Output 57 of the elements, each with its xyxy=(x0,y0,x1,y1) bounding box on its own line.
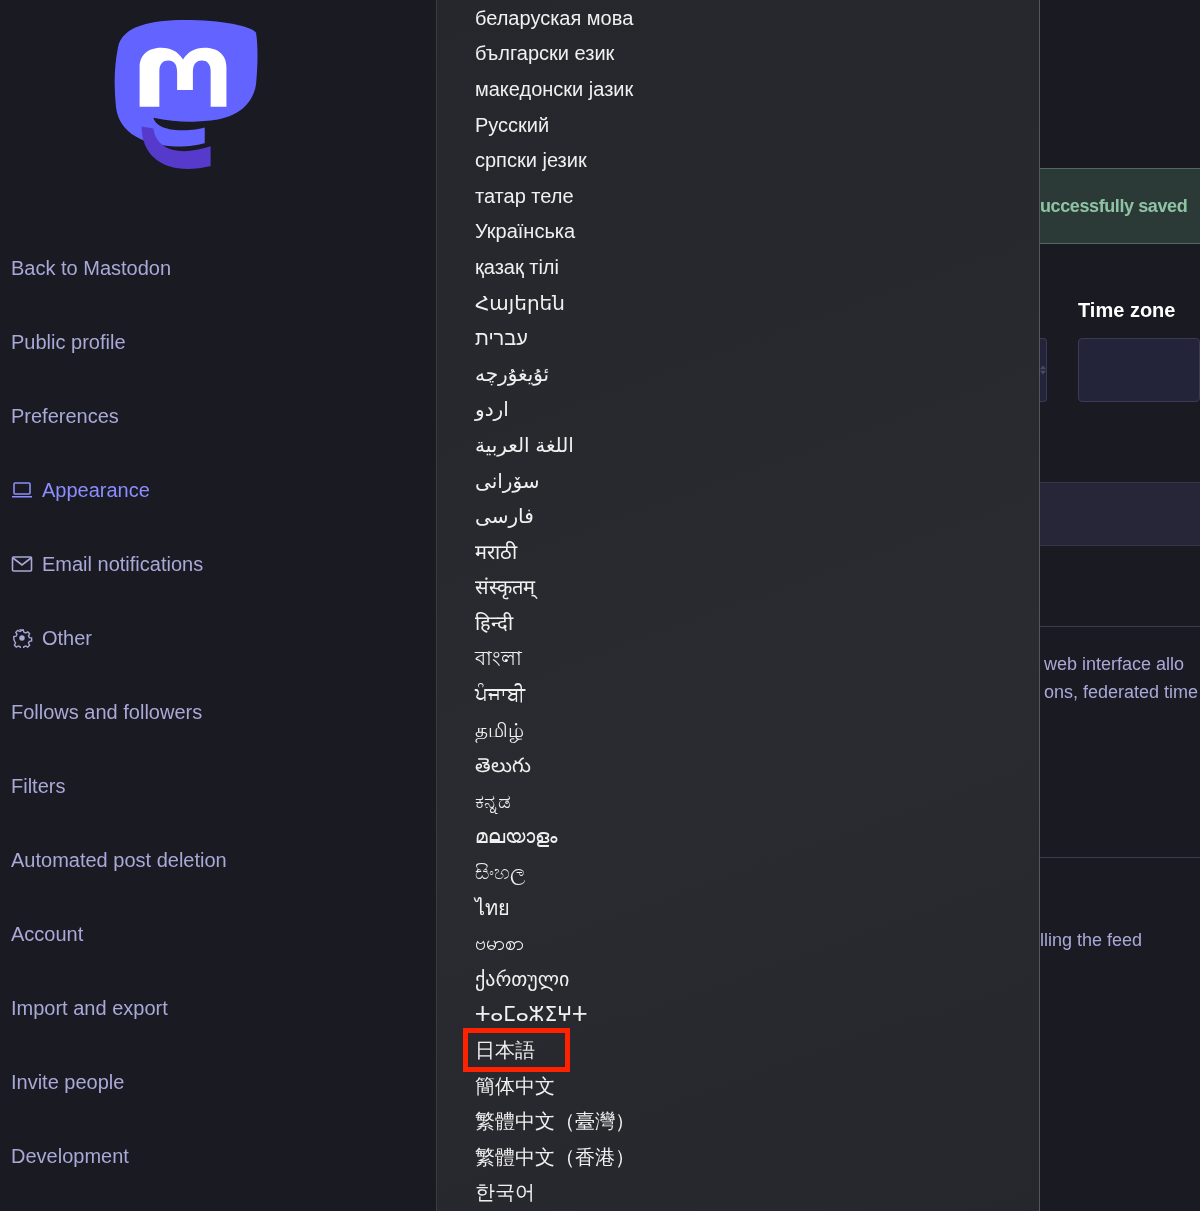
success-notice: uccessfully saved xyxy=(1040,168,1200,244)
language-option[interactable]: Русский xyxy=(475,111,550,138)
gear-icon xyxy=(11,628,33,648)
sidebar-item[interactable]: Other xyxy=(0,624,93,652)
language-option[interactable]: বাংলা xyxy=(475,645,522,672)
language-option[interactable]: 繁體中文（臺灣） xyxy=(475,1108,635,1135)
sidebar-item[interactable]: Back to Mastodon xyxy=(0,254,172,282)
sidebar-item[interactable]: Invite people xyxy=(0,1068,125,1096)
language-option[interactable]: 簡体中文 xyxy=(475,1072,555,1099)
language-option[interactable]: български език xyxy=(475,40,615,67)
language-option[interactable]: македонски јазик xyxy=(475,76,634,102)
language-option[interactable]: беларуская мова xyxy=(475,4,634,31)
sidebar-item[interactable]: Import and export xyxy=(0,994,168,1022)
input-field[interactable] xyxy=(1040,482,1200,546)
language-option[interactable]: සිංහල xyxy=(475,859,525,886)
language-option[interactable]: ਪੰਜਾਬੀ xyxy=(475,681,525,708)
language-option[interactable]: اردو xyxy=(475,396,509,423)
sidebar-item[interactable]: Account xyxy=(0,920,84,948)
language-option[interactable]: मराठी xyxy=(475,538,517,565)
sidebar-item[interactable]: Development xyxy=(0,1142,129,1170)
laptop-icon xyxy=(11,480,33,500)
language-option[interactable]: తెలుగు xyxy=(475,752,531,779)
language-option[interactable]: ⵜⴰⵎⴰⵣⵉⵖⵜ xyxy=(475,1001,588,1028)
select-field[interactable] xyxy=(1040,338,1047,402)
language-option[interactable]: हिन्दी xyxy=(475,609,513,636)
language-option[interactable]: اللغة العربية xyxy=(475,431,574,458)
language-option[interactable]: فارسی xyxy=(475,503,534,530)
language-option[interactable]: ಕನ್ನಡ xyxy=(475,787,511,814)
sidebar-item[interactable]: Follows and followers xyxy=(0,698,203,726)
language-option[interactable]: سۆرانی xyxy=(475,467,540,494)
language-option[interactable]: 日本語 xyxy=(463,1028,570,1072)
language-option[interactable]: ئۇيغۇرچە xyxy=(475,360,550,387)
language-option[interactable]: മലയാളം xyxy=(475,823,557,850)
field-label: Time zone xyxy=(1078,299,1177,323)
language-option[interactable]: ไทย xyxy=(475,894,510,921)
language-option[interactable]: 繁體中文（香港） xyxy=(475,1143,635,1170)
language-option[interactable]: Українська xyxy=(475,218,576,245)
language-option[interactable]: ဗမာစာ xyxy=(475,930,524,957)
language-option[interactable]: српски језик xyxy=(475,147,587,174)
language-option[interactable]: қазақ тілі xyxy=(475,253,559,280)
sidebar-item[interactable]: Public profile xyxy=(0,328,126,356)
sidebar-item[interactable]: Automated post deletion xyxy=(0,846,227,874)
language-option[interactable]: ქართული xyxy=(475,965,570,992)
language-option[interactable]: עברית xyxy=(475,325,528,352)
description-text: ons, federated time xyxy=(1043,681,1200,704)
language-option[interactable]: Հայերեն xyxy=(475,289,565,316)
sidebar-item[interactable]: Appearance xyxy=(0,476,150,504)
hint-text: lling the feed xyxy=(1040,930,1144,951)
language-option[interactable]: 한국어 xyxy=(475,1179,535,1206)
language-option[interactable]: தமிழ் xyxy=(475,716,524,743)
time-zone-field[interactable] xyxy=(1078,338,1200,402)
sidebar-item[interactable]: Email notifications xyxy=(0,550,204,578)
language-option[interactable]: татар теле xyxy=(475,182,574,209)
description-text: web interface allo xyxy=(1043,653,1186,676)
sidebar-item[interactable]: Filters xyxy=(0,772,66,800)
envelope-icon xyxy=(11,554,33,574)
sidebar-item[interactable]: Preferences xyxy=(0,402,119,430)
